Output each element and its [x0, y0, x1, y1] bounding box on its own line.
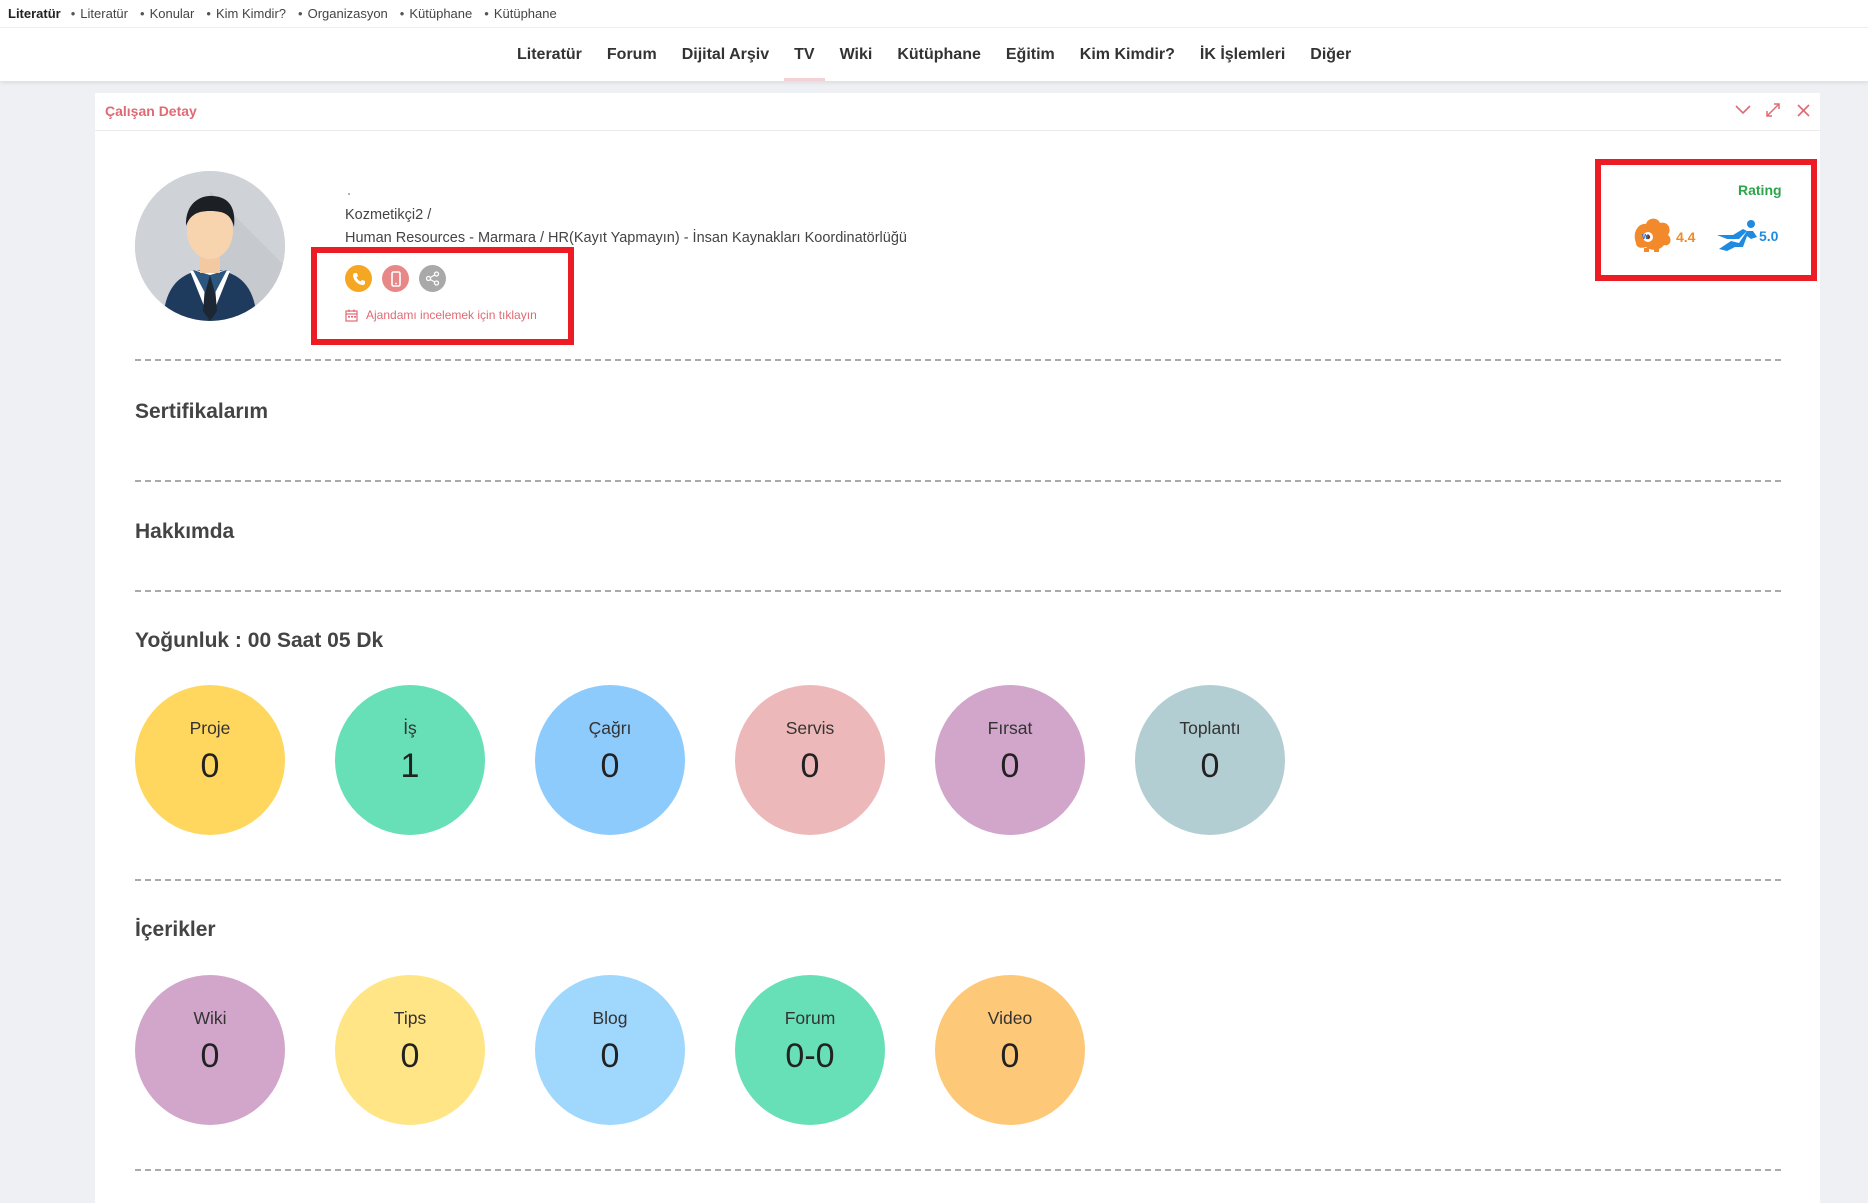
- rating-score-two: 5.0: [1759, 228, 1779, 244]
- section-divider: [135, 480, 1781, 482]
- nav-item-kutuphane[interactable]: Kütüphane: [897, 28, 981, 81]
- stat-value: 0: [200, 1037, 220, 1075]
- breadcrumb-item-konular[interactable]: Konular: [140, 6, 195, 21]
- panel-tools: [1734, 101, 1812, 119]
- stat-tips[interactable]: Tips 0: [335, 975, 485, 1125]
- stat-cagri[interactable]: Çağrı 0: [535, 685, 685, 835]
- stat-video[interactable]: Video 0: [935, 975, 1085, 1125]
- nav-item-wiki[interactable]: Wiki: [840, 28, 873, 81]
- breadcrumb-item-kutuphane[interactable]: Kütüphane: [400, 6, 472, 21]
- stat-label: Proje: [189, 718, 231, 738]
- nav-item-forum[interactable]: Forum: [607, 28, 657, 81]
- breadcrumb-bar: Literatür Literatür Konular Kim Kimdir? …: [0, 0, 1868, 28]
- about-title: Hakkımda: [135, 520, 235, 543]
- stat-value: 1: [400, 747, 420, 785]
- nav-item-diger[interactable]: Diğer: [1310, 28, 1351, 81]
- section-divider: [135, 359, 1781, 361]
- rating-score-one: 4.4: [1676, 229, 1696, 245]
- stat-toplanti[interactable]: Toplantı 0: [1135, 685, 1285, 835]
- stat-value: 0: [400, 1037, 420, 1075]
- section-divider: [135, 879, 1781, 881]
- stat-label: Toplantı: [1179, 718, 1241, 738]
- contact-highlight-box: [311, 247, 574, 345]
- stat-value: 0: [200, 747, 220, 785]
- breadcrumb-current: Literatür: [8, 6, 61, 21]
- nav-item-tv[interactable]: TV: [783, 28, 826, 81]
- nav-item-dijital-arsiv[interactable]: Dijital Arşiv: [682, 28, 769, 81]
- nav-item-egitim[interactable]: Eğitim: [1006, 28, 1055, 81]
- stat-value: 0: [800, 747, 820, 785]
- stat-label: Blog: [592, 1008, 628, 1028]
- employee-org-line: Human Resources - Marmara / HR(Kayıt Yap…: [345, 230, 907, 246]
- certificates-title: Sertifikalarım: [135, 400, 269, 423]
- employee-name-line: Kozmetikçi2 /: [345, 207, 432, 223]
- stat-label: Fırsat: [987, 718, 1033, 738]
- stat-label: İş: [403, 718, 417, 738]
- stat-is[interactable]: İş 1: [335, 685, 485, 835]
- stat-label: Servis: [785, 718, 835, 738]
- breadcrumb-item-kutuphane-2[interactable]: Kütüphane: [484, 6, 557, 21]
- breadcrumb: Literatür Literatür Konular Kim Kimdir? …: [0, 6, 569, 21]
- stat-proje[interactable]: Proje 0: [135, 685, 285, 835]
- stat-value: 0: [1000, 1037, 1020, 1075]
- wiki-mascot-icon: W: [1630, 215, 1674, 258]
- rating-label: Rating: [1738, 182, 1782, 198]
- stat-value: 0-0: [785, 1037, 835, 1075]
- main-nav: Literatür Forum Dijital Arşiv TV Wiki Kü…: [0, 28, 1868, 81]
- stat-value: 0: [1000, 747, 1020, 785]
- panel-title: Çalışan Detay: [105, 103, 197, 119]
- rating-highlight-box: [1595, 159, 1817, 281]
- svg-text:W: W: [1642, 234, 1649, 241]
- breadcrumb-item-kim-kimdir[interactable]: Kim Kimdir?: [206, 6, 286, 21]
- section-divider: [135, 590, 1781, 592]
- stat-servis[interactable]: Servis 0: [735, 685, 885, 835]
- stat-label: Çağrı: [588, 718, 632, 738]
- stat-label: Tips: [393, 1008, 427, 1028]
- breadcrumb-item-literatur[interactable]: Literatür: [71, 6, 128, 21]
- section-divider: [135, 1169, 1781, 1171]
- nav-item-kim-kimdir[interactable]: Kim Kimdir?: [1080, 28, 1175, 81]
- stat-firsat[interactable]: Fırsat 0: [935, 685, 1085, 835]
- runner-icon: [1713, 219, 1761, 258]
- stat-value: 0: [1200, 747, 1220, 785]
- nav-item-literatur[interactable]: Literatür: [517, 28, 582, 81]
- collapse-icon[interactable]: [1734, 101, 1752, 119]
- nav-item-ik-islemleri[interactable]: İK İşlemleri: [1200, 28, 1285, 81]
- stat-value: 0: [600, 747, 620, 785]
- separator-dot: [348, 193, 350, 195]
- stat-forum[interactable]: Forum 0-0: [735, 975, 885, 1125]
- stat-value: 0: [600, 1037, 620, 1075]
- panel-header: Çalışan Detay: [95, 93, 1820, 131]
- stat-label: Forum: [784, 1008, 836, 1028]
- stat-label: Wiki: [193, 1008, 227, 1028]
- stat-label: Video: [987, 1008, 1033, 1028]
- close-icon[interactable]: [1794, 101, 1812, 119]
- stat-blog[interactable]: Blog 0: [535, 975, 685, 1125]
- workload-title: Yoğunluk : 00 Saat 05 Dk: [135, 629, 384, 652]
- stat-wiki[interactable]: Wiki 0: [135, 975, 285, 1125]
- contents-title: İçerikler: [135, 918, 216, 941]
- employee-detail-panel: Çalışan Detay Kozmetikçi2 / Human Resour…: [95, 93, 1820, 1203]
- expand-icon[interactable]: [1764, 101, 1782, 119]
- avatar: [135, 171, 285, 321]
- breadcrumb-item-organizasyon[interactable]: Organizasyon: [298, 6, 388, 21]
